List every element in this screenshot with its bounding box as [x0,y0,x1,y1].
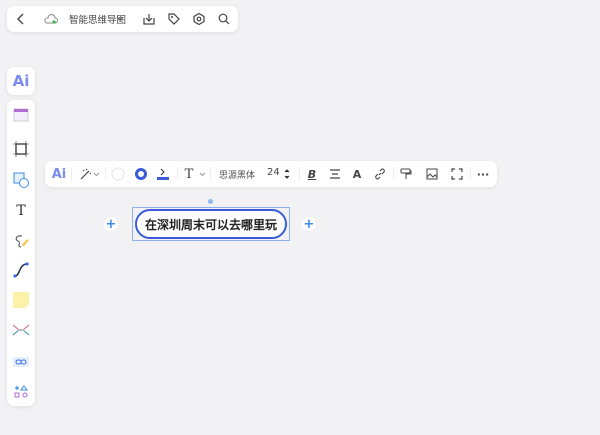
template-icon[interactable] [11,105,31,125]
font-size-stepper[interactable] [281,164,293,184]
fill-color-button[interactable] [108,164,128,184]
rotate-handle[interactable] [208,199,213,204]
tag-icon[interactable] [164,9,184,29]
font-size-input[interactable]: 24 [267,167,280,178]
shape-icon[interactable] [11,170,31,190]
settings-icon[interactable] [189,9,209,29]
floating-toolbar: Ai T 思源黑体 24 B A ··· [45,161,497,187]
chevron-down-icon[interactable] [91,164,101,184]
more-apps-icon[interactable] [11,382,31,402]
ai-format-button[interactable]: Ai [49,164,69,184]
pen-icon[interactable] [11,231,31,251]
more-options-button[interactable]: ··· [473,164,493,184]
chevron-down-icon[interactable] [114,9,126,29]
font-color-button[interactable]: A [347,164,367,184]
connector-icon[interactable] [11,260,31,280]
cloud-sync-icon [41,9,61,29]
convert-icon[interactable] [447,164,467,184]
tool-sidebar: T [7,100,35,406]
bold-button[interactable]: B [302,164,322,184]
node-text[interactable]: 在深圳周末可以去哪里玩 [145,216,277,233]
chevron-down-icon[interactable] [197,164,207,184]
link-icon[interactable] [370,164,390,184]
link-icon[interactable] [11,352,31,372]
back-icon[interactable] [11,9,31,29]
add-left-node-button[interactable]: + [104,217,118,232]
align-icon[interactable] [325,164,345,184]
text-style-button[interactable]: T [179,164,199,184]
add-right-node-button[interactable]: + [302,217,316,232]
text-color-button[interactable] [153,164,173,184]
font-family-select[interactable]: 思源黑体 [219,168,255,181]
frame-icon[interactable] [11,139,31,159]
border-color-button[interactable] [131,164,151,184]
mindmap-icon[interactable] [11,320,31,340]
ai-button[interactable]: Ai [7,67,35,95]
text-tool-icon[interactable]: T [11,201,31,221]
mindmap-root-node[interactable]: 在深圳周末可以去哪里玩 [132,207,290,241]
search-icon[interactable] [214,9,234,29]
format-painter-icon[interactable] [396,164,416,184]
top-bar: 智能思维导图 [7,6,238,32]
image-icon[interactable] [422,164,442,184]
download-icon[interactable] [139,9,159,29]
sticky-note-icon[interactable] [11,290,31,310]
